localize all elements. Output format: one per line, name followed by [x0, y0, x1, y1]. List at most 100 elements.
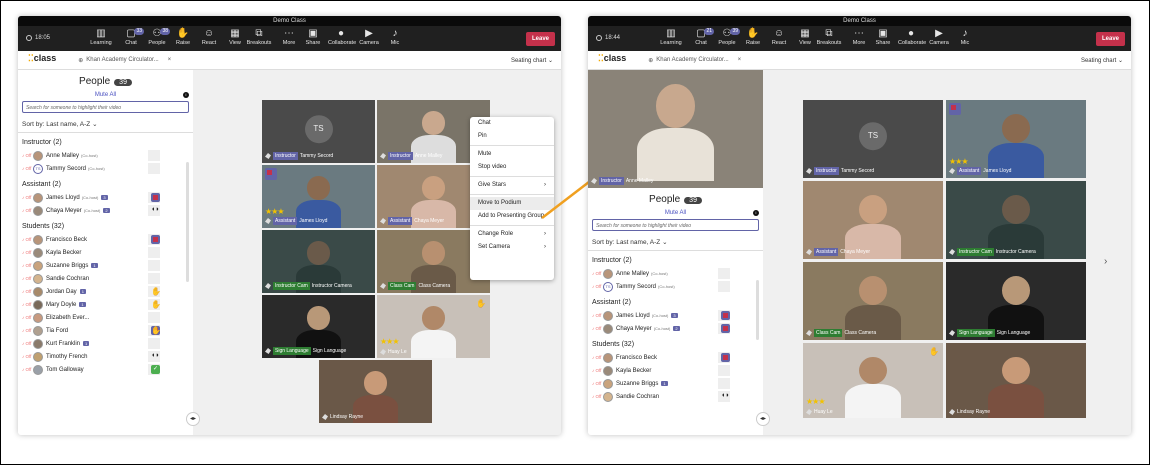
video-tile[interactable]: Lindsay Rayne: [946, 343, 1086, 418]
list-item[interactable]: ♪ Off Anne Malley (Co-host): [588, 267, 763, 280]
menu-item-chat[interactable]: Chat: [470, 117, 554, 130]
search-input[interactable]: Search for someone to highlight their vi…: [592, 219, 759, 231]
leave-button[interactable]: Leave: [525, 32, 555, 46]
list-item[interactable]: ♪ Off Suzanne Briggs 1: [18, 259, 193, 272]
mic-off-icon[interactable]: ♪ Off: [22, 354, 33, 359]
toolbar-more-button[interactable]: ⋯ More: [276, 28, 302, 46]
list-item[interactable]: ♪ Off James Lloyd (Co-host) 3: [18, 191, 193, 204]
list-item[interactable]: ♪ Off Anne Malley (Co-host): [18, 149, 193, 162]
list-item[interactable]: ♪ Off Sandie Cochran: [18, 272, 193, 285]
mic-off-icon[interactable]: ♪ Off: [22, 328, 33, 333]
tab-khan-academy[interactable]: ⊕ Khan Academy Circulator... ×: [78, 57, 171, 64]
sort-dropdown[interactable]: Sort by: Last name, A-Z ⌄: [592, 238, 759, 246]
video-tile[interactable]: Assistant Chaya Meyer: [803, 181, 943, 259]
toolbar-camera-button[interactable]: ▶ Camera: [356, 28, 382, 46]
mic-off-icon[interactable]: ♪ Off: [592, 284, 603, 289]
podium-video[interactable]: Instructor Anne Malley: [588, 70, 763, 188]
video-tile[interactable]: Sign Language Sign Language: [262, 295, 375, 358]
toolbar-raise-button[interactable]: ✋ Raise: [170, 28, 196, 46]
menu-item-pin[interactable]: Pin: [470, 130, 554, 143]
list-item[interactable]: ♪ Off James Lloyd (Co-host) 3: [588, 309, 763, 322]
seating-chart-dropdown[interactable]: Seating chart ⌄: [511, 57, 553, 64]
mic-off-icon[interactable]: ♪ Off: [592, 368, 603, 373]
mic-off-icon[interactable]: ♪ Off: [22, 208, 33, 213]
video-tile[interactable]: Instructor Cam Instructor Camera: [946, 181, 1086, 259]
list-item[interactable]: ♪ Off Suzanne Briggs 1: [588, 377, 763, 390]
list-item[interactable]: ♪ Off Sandie Cochran ◖◗: [588, 390, 763, 403]
mic-off-icon[interactable]: ♪ Off: [22, 153, 33, 158]
toolbar-react-button[interactable]: ☺ React: [766, 28, 792, 46]
list-item[interactable]: ♪ Off Mary Doyle 1 ✋: [18, 298, 193, 311]
next-page-chevron-icon[interactable]: ›: [1104, 256, 1107, 267]
video-tile[interactable]: Sign Language Sign Language: [946, 262, 1086, 340]
scrollbar[interactable]: [186, 162, 189, 282]
video-tile[interactable]: TS Instructor Tammy Secord: [803, 100, 943, 178]
mic-off-icon[interactable]: ♪ Off: [22, 195, 33, 200]
mic-off-icon[interactable]: ♪ Off: [22, 250, 33, 255]
list-item[interactable]: ♪ Off Chaya Meyer (Co-host) 2 ◖◗: [18, 204, 193, 217]
list-item[interactable]: ♪ Off Kayla Becker: [588, 364, 763, 377]
collapse-panel-button[interactable]: ◂▸: [186, 412, 200, 426]
mic-off-icon[interactable]: ♪ Off: [592, 271, 603, 276]
video-tile[interactable]: ★★★ Assistant James Lloyd: [946, 100, 1086, 178]
toolbar-more-button[interactable]: ⋯ More: [846, 28, 872, 46]
video-tile[interactable]: Class Cam Class Camera: [803, 262, 943, 340]
toolbar-collaborate-button[interactable]: ● Collaborate: [898, 28, 926, 46]
mic-off-icon[interactable]: ♪ Off: [22, 367, 33, 372]
list-item[interactable]: ♪ Off Francisco Beck: [18, 233, 193, 246]
mic-off-icon[interactable]: ♪ Off: [22, 289, 33, 294]
mic-off-icon[interactable]: ♪ Off: [592, 394, 603, 399]
toolbar-people-button[interactable]: ⚇ People 39: [714, 28, 740, 46]
toolbar-view-button[interactable]: ▦ View: [792, 28, 818, 46]
collapse-panel-button[interactable]: ◂▸: [756, 412, 770, 426]
video-tile[interactable]: ★★★ ✋ Huay Le: [377, 295, 490, 358]
toolbar-chat-button[interactable]: ▢ Chat 33: [118, 28, 144, 46]
list-item[interactable]: ♪ Off Tia Ford ✋: [18, 324, 193, 337]
info-icon[interactable]: i: [753, 210, 759, 216]
mic-off-icon[interactable]: ♪ Off: [22, 263, 33, 268]
mic-off-icon[interactable]: ♪ Off: [22, 341, 33, 346]
close-tab-icon[interactable]: ×: [738, 57, 742, 63]
list-item[interactable]: ♪ Off Jordan Day 1 ✋: [18, 285, 193, 298]
toolbar-learning-button[interactable]: ▥ Learning: [658, 28, 684, 46]
toolbar-share-button[interactable]: ▣ Share: [300, 28, 326, 46]
toolbar-people-button[interactable]: ⚇ People 38: [144, 28, 170, 46]
list-item[interactable]: ♪ Off Kayla Becker: [18, 246, 193, 259]
toolbar-collaborate-button[interactable]: ● Collaborate: [328, 28, 356, 46]
video-tile[interactable]: TS Instructor Tammy Secord: [262, 100, 375, 163]
video-tile[interactable]: Instructor Cam Instructor Camera: [262, 230, 375, 293]
toolbar-mic-button[interactable]: ♪ Mic: [952, 28, 978, 46]
toolbar-chat-button[interactable]: ▢ Chat 21: [688, 28, 714, 46]
class-logo[interactable]: ⁚⁚class: [23, 53, 67, 72]
mic-off-icon[interactable]: ♪ Off: [592, 313, 603, 318]
mic-off-icon[interactable]: ♪ Off: [592, 381, 603, 386]
mic-off-icon[interactable]: ♪ Off: [22, 315, 33, 320]
toolbar-camera-button[interactable]: ▶ Camera: [926, 28, 952, 46]
toolbar-mic-button[interactable]: ♪ Mic: [382, 28, 408, 46]
toolbar-share-button[interactable]: ▣ Share: [870, 28, 896, 46]
mic-off-icon[interactable]: ♪ Off: [592, 355, 603, 360]
mic-off-icon[interactable]: ♪ Off: [22, 276, 33, 281]
toolbar-breakouts-button[interactable]: ⧉ Breakouts: [246, 28, 272, 46]
tab-khan-academy[interactable]: ⊕ Khan Academy Circulator... ×: [648, 57, 741, 64]
list-item[interactable]: ♪ Off Timothy French ◖◗: [18, 350, 193, 363]
toolbar-view-button[interactable]: ▦ View: [222, 28, 248, 46]
list-item[interactable]: ♪ Off TS Tammy Secord (Co-host): [18, 162, 193, 175]
info-icon[interactable]: i: [183, 92, 189, 98]
video-tile[interactable]: ★★★ ✋ Huay Le: [803, 343, 943, 418]
toolbar-breakouts-button[interactable]: ⧉ Breakouts: [816, 28, 842, 46]
mic-off-icon[interactable]: ♪ Off: [592, 326, 603, 331]
list-item[interactable]: ♪ Off TS Tammy Secord (Co-host): [588, 280, 763, 293]
list-item[interactable]: ♪ Off Kurt Franklin 1: [18, 337, 193, 350]
search-input[interactable]: Search for someone to highlight their vi…: [22, 101, 189, 113]
mic-off-icon[interactable]: ♪ Off: [22, 166, 33, 171]
toolbar-react-button[interactable]: ☺ React: [196, 28, 222, 46]
video-tile[interactable]: ★★★ Assistant James Lloyd: [262, 165, 375, 228]
menu-item-change-role[interactable]: Change Role ›: [470, 228, 554, 241]
list-item[interactable]: ♪ Off Tom Galloway ✓: [18, 363, 193, 376]
toolbar-learning-button[interactable]: ▥ Learning: [88, 28, 114, 46]
mic-off-icon[interactable]: ♪ Off: [22, 302, 33, 307]
menu-item-set-camera[interactable]: Set Camera ›: [470, 241, 554, 254]
mute-all-button[interactable]: Mute All: [588, 210, 763, 216]
sort-dropdown[interactable]: Sort by: Last name, A-Z ⌄: [22, 120, 189, 128]
